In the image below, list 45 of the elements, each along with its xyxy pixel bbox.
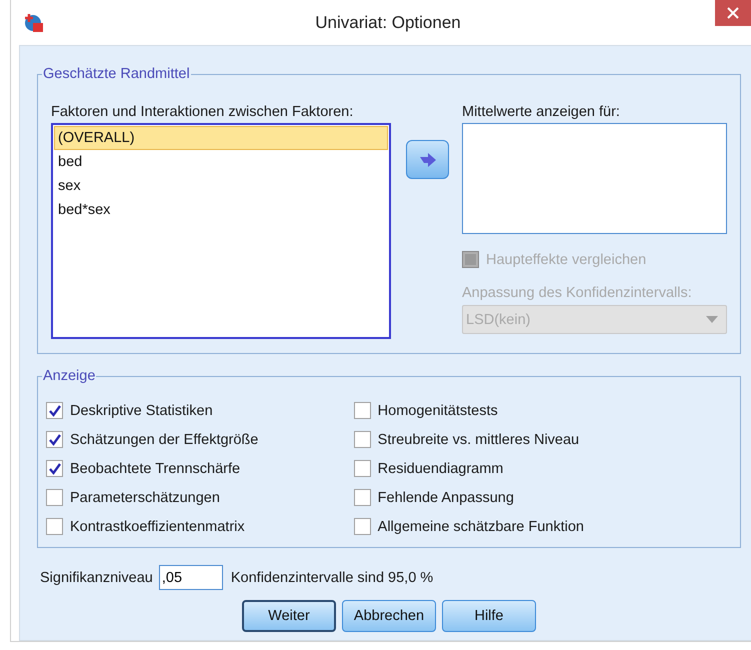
checkbox[interactable] xyxy=(354,431,371,448)
checkbox[interactable] xyxy=(46,489,63,506)
checkbox-label: Homogenitätstests xyxy=(378,402,498,418)
window-title: Univariat: Optionen xyxy=(314,12,462,32)
checkbox-label: Deskriptive Statistiken xyxy=(70,402,213,418)
dropdown-arrow-icon xyxy=(706,316,718,323)
close-button[interactable] xyxy=(715,0,751,26)
move-button[interactable] xyxy=(406,140,449,179)
checkbox-label: Beobachtete Trennschärfe xyxy=(70,460,240,476)
checkbox-label: Haupteffekte vergleichen xyxy=(486,252,646,268)
dialog-button[interactable]: Weiter xyxy=(242,600,336,632)
group-title: Anzeige xyxy=(42,368,96,384)
factors-list[interactable]: (OVERALL) bed sex bed*sex xyxy=(51,123,391,339)
checkbox-label: Allgemeine schätzbare Funktion xyxy=(378,518,584,534)
dialog-button[interactable]: Hilfe xyxy=(442,600,536,632)
checkbox[interactable] xyxy=(354,518,371,535)
ci-adjustment-label: Anpassung des Konfidenzintervalls: xyxy=(462,285,692,301)
significance-input[interactable]: ,05 xyxy=(158,565,223,590)
checkbox-label: Residuendiagramm xyxy=(378,460,504,476)
group-title: Geschätzte Randmittel xyxy=(42,66,191,82)
checkbox-label: Schätzungen der Effektgröße xyxy=(70,432,258,448)
list-item[interactable]: bed xyxy=(54,150,388,174)
list-item[interactable]: bed*sex xyxy=(54,198,388,222)
checkbox-label: Fehlende Anpassung xyxy=(378,490,514,506)
display-means-label: Mittelwerte anzeigen für: xyxy=(462,104,621,120)
checkbox[interactable] xyxy=(354,460,371,477)
checkbox[interactable] xyxy=(46,431,63,448)
arrow-right-icon xyxy=(418,152,436,168)
checkbox-label: Parameterschätzungen xyxy=(70,490,220,506)
app-icon xyxy=(23,12,45,34)
factors-label: Faktoren und Interaktionen zwischen Faktoren: xyxy=(51,104,354,120)
checkbox[interactable] xyxy=(46,460,63,477)
display-means-list[interactable] xyxy=(462,123,727,234)
significance-label: Signifikanzniveau xyxy=(40,570,153,586)
checkbox[interactable] xyxy=(46,402,63,419)
list-item[interactable]: sex xyxy=(54,174,388,198)
list-item[interactable]: (OVERALL) xyxy=(54,126,388,150)
checkbox[interactable] xyxy=(354,402,371,419)
checkbox-label: Streubreite vs. mittleres Niveau xyxy=(378,432,580,448)
confidence-note: Konfidenzintervalle sind 95,0 % xyxy=(230,570,434,586)
dialog-button[interactable]: Abbrechen xyxy=(342,600,436,632)
checkbox[interactable] xyxy=(46,518,63,535)
checkbox-label: Kontrastkoeffizientenmatrix xyxy=(70,518,245,534)
checkbox[interactable] xyxy=(354,489,371,506)
close-icon xyxy=(727,7,739,19)
